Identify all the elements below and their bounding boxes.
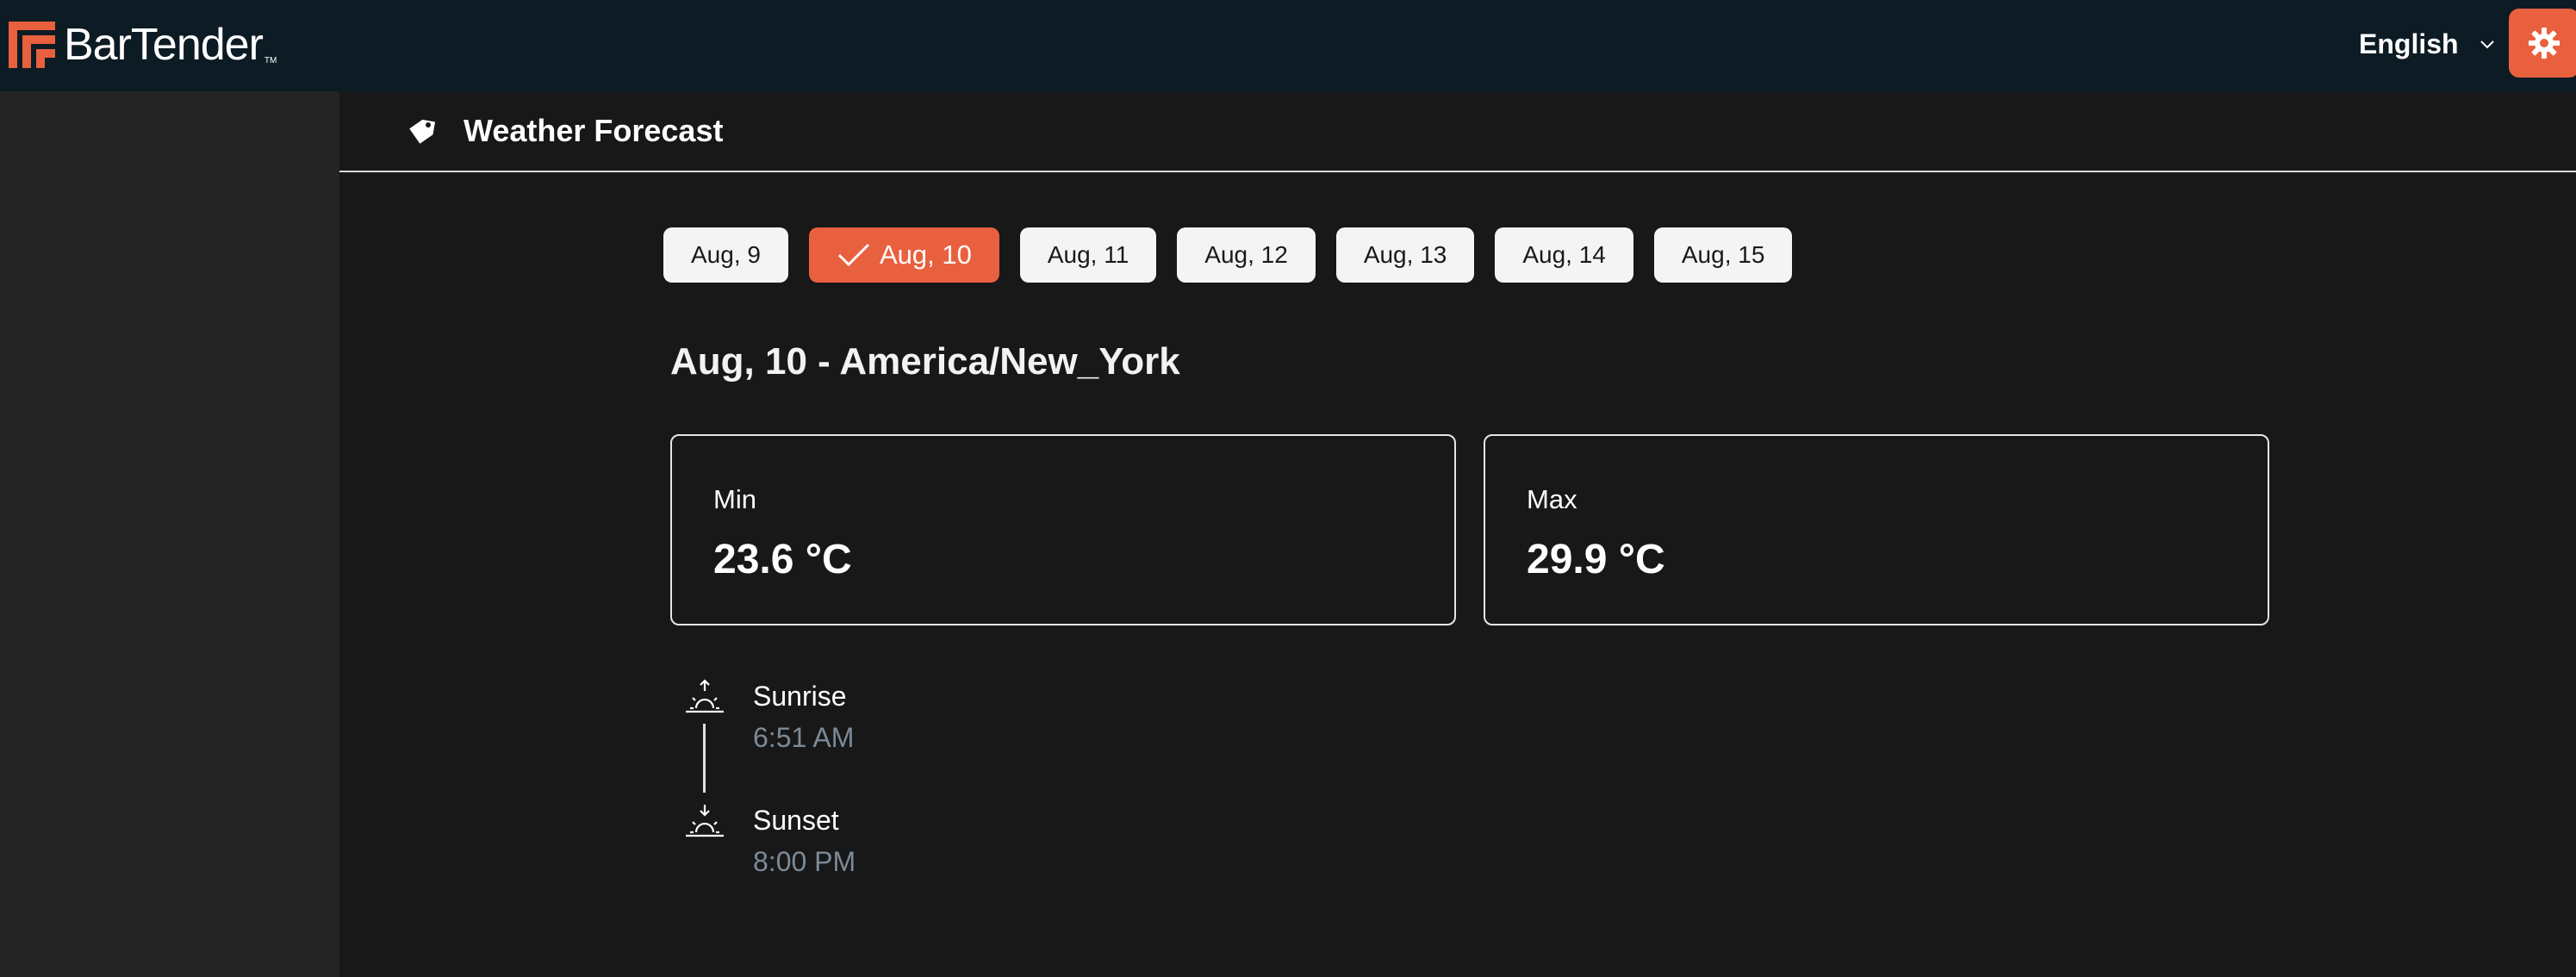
sunrise-icon xyxy=(686,679,724,713)
min-label: Min xyxy=(713,484,756,514)
top-bar: BarTender TM English xyxy=(0,0,2576,91)
sun-timeline-connector xyxy=(703,724,706,793)
page-title: Weather Forecast xyxy=(464,113,724,148)
bartender-logo-icon xyxy=(9,22,55,68)
sidebar xyxy=(0,91,339,977)
date-chip-label: Aug, 11 xyxy=(1047,241,1129,268)
date-chip-aug-13[interactable]: Aug, 13 xyxy=(1335,227,1475,283)
min-value: 23.6 °C xyxy=(713,537,852,582)
date-chip-aug-9[interactable]: Aug, 9 xyxy=(663,227,788,283)
min-temperature-card: Min 23.6 °C xyxy=(670,434,1456,625)
tag-icon xyxy=(409,119,436,144)
sunset-time: 8:00 PM xyxy=(753,846,856,877)
date-chip-aug-10[interactable]: Aug, 10 xyxy=(808,227,999,283)
brand-name: BarTender xyxy=(64,20,264,70)
date-chip-label: Aug, 14 xyxy=(1522,241,1606,268)
date-selector: Aug, 9 Aug, 10 Aug, 11 Aug, 12 Aug, 13 A… xyxy=(663,227,1793,283)
checkmark-icon xyxy=(837,243,870,267)
date-chip-label: Aug, 15 xyxy=(1681,241,1765,268)
sunset-label: Sunset xyxy=(753,805,839,836)
max-label: Max xyxy=(1527,484,1577,514)
sunset-icon xyxy=(686,805,724,837)
max-value: 29.9 °C xyxy=(1527,537,1665,582)
bartender-logo[interactable]: BarTender TM xyxy=(9,19,277,71)
settings-button[interactable] xyxy=(2509,9,2576,78)
date-chip-label: Aug, 12 xyxy=(1204,241,1288,268)
date-chip-label: Aug, 10 xyxy=(879,240,972,270)
language-label: English xyxy=(2359,28,2459,59)
date-chip-label: Aug, 13 xyxy=(1363,241,1447,268)
date-chip-aug-12[interactable]: Aug, 12 xyxy=(1177,227,1316,283)
date-chip-aug-11[interactable]: Aug, 11 xyxy=(1019,227,1157,283)
sunrise-label: Sunrise xyxy=(753,681,847,712)
language-selector[interactable]: English xyxy=(2359,24,2497,64)
sunrise-time: 6:51 AM xyxy=(753,722,855,753)
date-chip-aug-14[interactable]: Aug, 14 xyxy=(1495,227,1633,283)
date-chip-aug-15[interactable]: Aug, 15 xyxy=(1653,227,1793,283)
max-temperature-card: Max 29.9 °C xyxy=(1484,434,2269,625)
trademark-mark: TM xyxy=(264,56,277,65)
forecast-heading: Aug, 10 - America/New_York xyxy=(670,340,1180,383)
date-chip-label: Aug, 9 xyxy=(691,241,761,268)
page-header: Weather Forecast xyxy=(339,91,2576,172)
gear-icon xyxy=(2529,28,2560,59)
chevron-down-icon xyxy=(2480,40,2494,49)
